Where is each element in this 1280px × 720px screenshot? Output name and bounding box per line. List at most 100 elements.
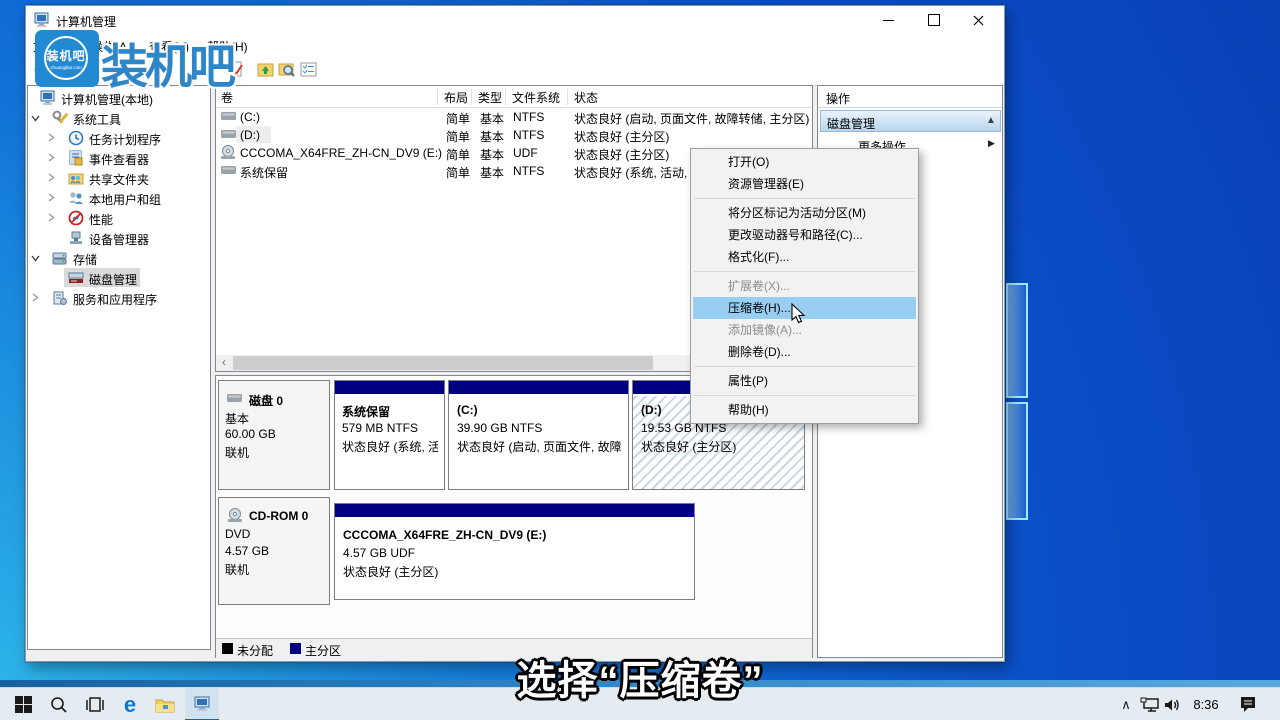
clock-icon <box>68 130 84 146</box>
search-button[interactable] <box>42 688 76 720</box>
column-separator[interactable] <box>505 89 506 105</box>
start-button[interactable] <box>6 688 40 720</box>
mouse-cursor <box>791 303 807 325</box>
network-icon <box>1140 697 1159 713</box>
zhuangjiba-watermark-text: 装机吧 <box>101 28 233 97</box>
checklist-button[interactable] <box>300 61 318 79</box>
scroll-left-button[interactable]: ‹ <box>216 355 232 371</box>
search-icon <box>50 696 68 714</box>
cdrom-size: 4.57 GB <box>225 544 269 558</box>
chevron-right-icon[interactable] <box>31 293 40 302</box>
chevron-down-icon[interactable] <box>31 114 40 123</box>
partition-system-reserved[interactable]: 系统保留 579 MB NTFS 状态良好 (系统, 活动, 主分区) <box>334 380 445 490</box>
menu-item-help[interactable]: 帮助(H) <box>693 399 916 421</box>
volume-row-d[interactable]: (D:) 简单 基本 NTFS 状态良好 (主分区) <box>216 126 812 144</box>
performance-icon <box>68 210 84 226</box>
cdrom-header-box[interactable]: CD-ROM 0 DVD 4.57 GB 联机 <box>218 497 330 605</box>
tree-item-device-manager[interactable]: 设备管理器 <box>27 228 211 248</box>
actions-header: 操作 <box>826 90 850 107</box>
disk0-name: 磁盘 0 <box>249 392 283 409</box>
context-menu: 打开(O) 资源管理器(E) 将分区标记为活动分区(M) 更改驱动器号和路径(C… <box>690 148 919 424</box>
tree-item-storage[interactable]: 存储 <box>27 248 211 268</box>
legend-unallocated-label: 未分配 <box>237 642 273 659</box>
partition-color-bar <box>335 504 694 519</box>
partition-color-bar <box>449 381 628 396</box>
column-separator[interactable] <box>437 89 438 105</box>
tree-item-performance[interactable]: 性能 <box>27 208 211 228</box>
cdrom-name: CD-ROM 0 <box>249 509 308 523</box>
partition-color-bar <box>335 381 444 396</box>
volume-tray-button[interactable] <box>1158 688 1188 720</box>
menu-item-delete-volume[interactable]: 删除卷(D)... <box>693 341 916 363</box>
drive-icon <box>221 112 236 121</box>
computer-management-icon <box>194 696 211 712</box>
menu-item-open[interactable]: 打开(O) <box>693 151 916 173</box>
disk0-status: 联机 <box>225 444 249 461</box>
tree-item-local-users-groups[interactable]: 本地用户和组 <box>27 188 211 208</box>
desktop: 计算机管理 文件(F) 操作(A) 查看(V) 帮助(H) <box>0 0 1280 720</box>
col-layout[interactable]: 布局 <box>444 89 468 106</box>
zhuangjiba-badge: 装机吧 zhuangjiba.com <box>35 30 99 87</box>
menu-separator <box>694 271 915 272</box>
subtitle-text: 选择“压缩卷” <box>320 648 960 706</box>
collapse-icon[interactable]: ▲ <box>986 115 996 126</box>
menu-item-change-letter[interactable]: 更改驱动器号和路径(C)... <box>693 224 916 246</box>
menu-item-properties[interactable]: 属性(P) <box>693 370 916 392</box>
scrollbar-thumb[interactable] <box>233 356 653 370</box>
cdrom-status: 联机 <box>225 561 249 578</box>
maximize-button[interactable] <box>911 6 956 34</box>
computer-management-taskbar-button[interactable] <box>185 688 219 720</box>
tree-item-shared-folders[interactable]: 共享文件夹 <box>27 168 211 188</box>
chevron-right-icon[interactable] <box>47 153 56 162</box>
task-view-icon <box>86 697 104 713</box>
chevron-right-icon[interactable] <box>47 193 56 202</box>
volume-table-header: 卷 布局 类型 文件系统 状态 <box>216 86 812 108</box>
tree-item-system-tools[interactable]: 系统工具 <box>27 108 211 128</box>
clock-text: 8:36 <box>1193 697 1218 712</box>
folder-up-button[interactable] <box>257 61 275 79</box>
chevron-right-icon[interactable] <box>47 133 56 142</box>
disk0-header-box[interactable]: 磁盘 0 基本 60.00 GB 联机 <box>218 380 330 490</box>
column-separator[interactable] <box>567 89 568 105</box>
edge-button[interactable]: e <box>113 688 147 720</box>
tree-item-services-applications[interactable]: 服务和应用程序 <box>27 288 211 308</box>
event-log-icon <box>68 150 84 166</box>
disk0-type: 基本 <box>225 410 249 427</box>
tree-item-event-viewer[interactable]: 事件查看器 <box>27 148 211 168</box>
tree-item-disk-management[interactable]: 磁盘管理 <box>27 268 211 288</box>
menu-item-mark-active[interactable]: 将分区标记为活动分区(M) <box>693 202 916 224</box>
drive-icon <box>221 166 236 175</box>
action-center-icon <box>1239 696 1257 713</box>
disk0-size: 60.00 GB <box>225 427 276 441</box>
col-type[interactable]: 类型 <box>478 89 502 106</box>
close-icon <box>973 15 984 26</box>
minimize-button[interactable] <box>866 6 911 34</box>
close-button[interactable] <box>956 6 1001 34</box>
chevron-down-icon[interactable] <box>31 254 40 263</box>
col-filesystem[interactable]: 文件系统 <box>512 89 560 106</box>
tree-item-task-scheduler[interactable]: 任务计划程序 <box>27 128 211 148</box>
tools-icon <box>52 110 68 126</box>
chevron-up-icon: ∧ <box>1121 697 1131 713</box>
clock[interactable]: 8:36 <box>1186 688 1226 720</box>
column-separator[interactable] <box>471 89 472 105</box>
col-status[interactable]: 状态 <box>574 89 598 106</box>
folder-search-button[interactable] <box>278 61 296 79</box>
computer-icon <box>40 90 56 106</box>
drive-icon <box>221 130 236 139</box>
menu-item-format[interactable]: 格式化(F)... <box>693 246 916 268</box>
file-explorer-button[interactable] <box>148 688 182 720</box>
actions-section-disk-management[interactable]: 磁盘管理 ▲ <box>820 110 1001 132</box>
action-center-button[interactable] <box>1230 688 1266 720</box>
menu-item-explorer[interactable]: 资源管理器(E) <box>693 173 916 195</box>
menu-separator <box>694 366 915 367</box>
wallpaper-logo-glow <box>1006 283 1028 398</box>
cd-icon <box>220 145 236 160</box>
chevron-right-icon[interactable] <box>47 213 56 222</box>
volume-row-c[interactable]: (C:) 简单 基本 NTFS 状态良好 (启动, 页面文件, 故障转储, 主分… <box>216 108 812 126</box>
cdrom-media-box[interactable]: CCCOMA_X64FRE_ZH-CN_DV9 (E:) 4.57 GB UDF… <box>334 503 695 600</box>
windows-logo-icon <box>15 696 32 713</box>
task-view-button[interactable] <box>78 688 112 720</box>
services-icon <box>52 290 68 306</box>
partition-c[interactable]: (C:) 39.90 GB NTFS 状态良好 (启动, 页面文件, 故障转储,… <box>448 380 629 490</box>
